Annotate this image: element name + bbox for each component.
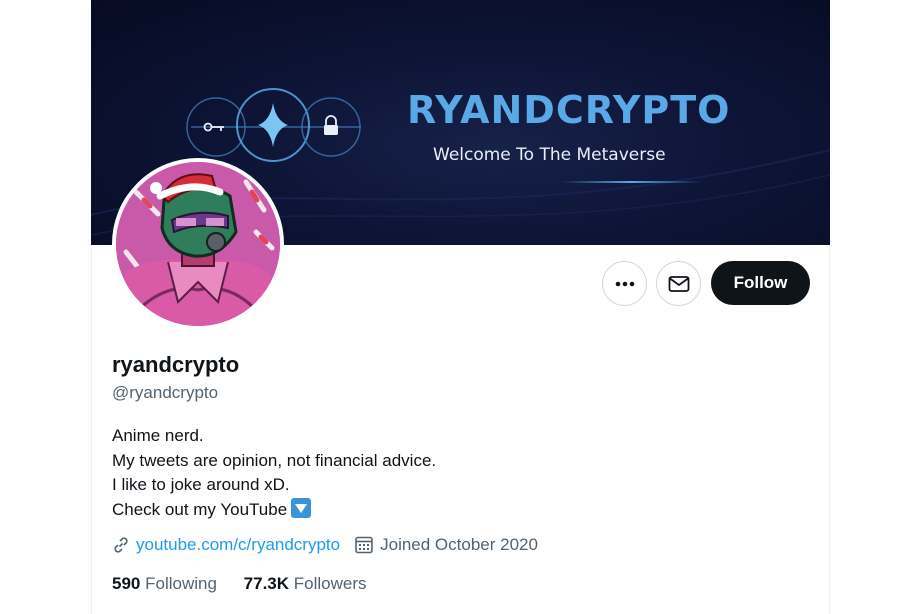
more-button[interactable] [602, 261, 647, 306]
profile-meta: youtube.com/c/ryandcrypto Joined October… [112, 535, 538, 555]
profile-bio: Anime nerd. My tweets are opinion, not f… [112, 424, 436, 522]
link-icon [114, 537, 128, 553]
bio-line: My tweets are opinion, not financial adv… [112, 450, 437, 470]
bio-line: Anime nerd. [112, 426, 204, 445]
banner-subtitle: Welcome To The Metaverse [433, 145, 666, 165]
followers-count: 77.3K [243, 574, 290, 593]
bio-line-youtube: Check out my YouTube [112, 497, 436, 523]
profile-stats: 590 Following 77.3K Followers [112, 574, 367, 594]
bio-line: I like to joke around xD. [112, 475, 290, 494]
following-count: 590 [112, 574, 141, 593]
banner-divider [561, 181, 701, 183]
bio-line-text: Check out my YouTube [112, 499, 288, 519]
banner-title: RYANDCRYPTO [407, 88, 731, 132]
website-link[interactable]: youtube.com/c/ryandcrypto [136, 535, 340, 555]
sparkle-icon [236, 88, 310, 162]
user-handle: @ryandcrypto [112, 383, 219, 402]
followers-label: Followers [293, 574, 367, 593]
mail-icon [668, 275, 689, 292]
avatar-image [116, 162, 280, 326]
down-arrow-box-icon [291, 497, 312, 518]
profile-avatar[interactable] [112, 158, 284, 330]
profile-page: RYANDCRYPTO Welcome To The Metaverse Fol… [0, 0, 921, 614]
follow-button[interactable]: Follow [711, 261, 810, 305]
more-icon [615, 281, 634, 286]
following-link[interactable]: 590 Following [112, 574, 217, 593]
following-label: Following [145, 574, 217, 593]
followers-link[interactable]: 77.3K Followers [244, 574, 367, 593]
display-name: ryandcrypto [112, 352, 240, 377]
calendar-icon [354, 535, 374, 555]
message-button[interactable] [656, 261, 701, 306]
joined-date: Joined October 2020 [380, 535, 538, 554]
